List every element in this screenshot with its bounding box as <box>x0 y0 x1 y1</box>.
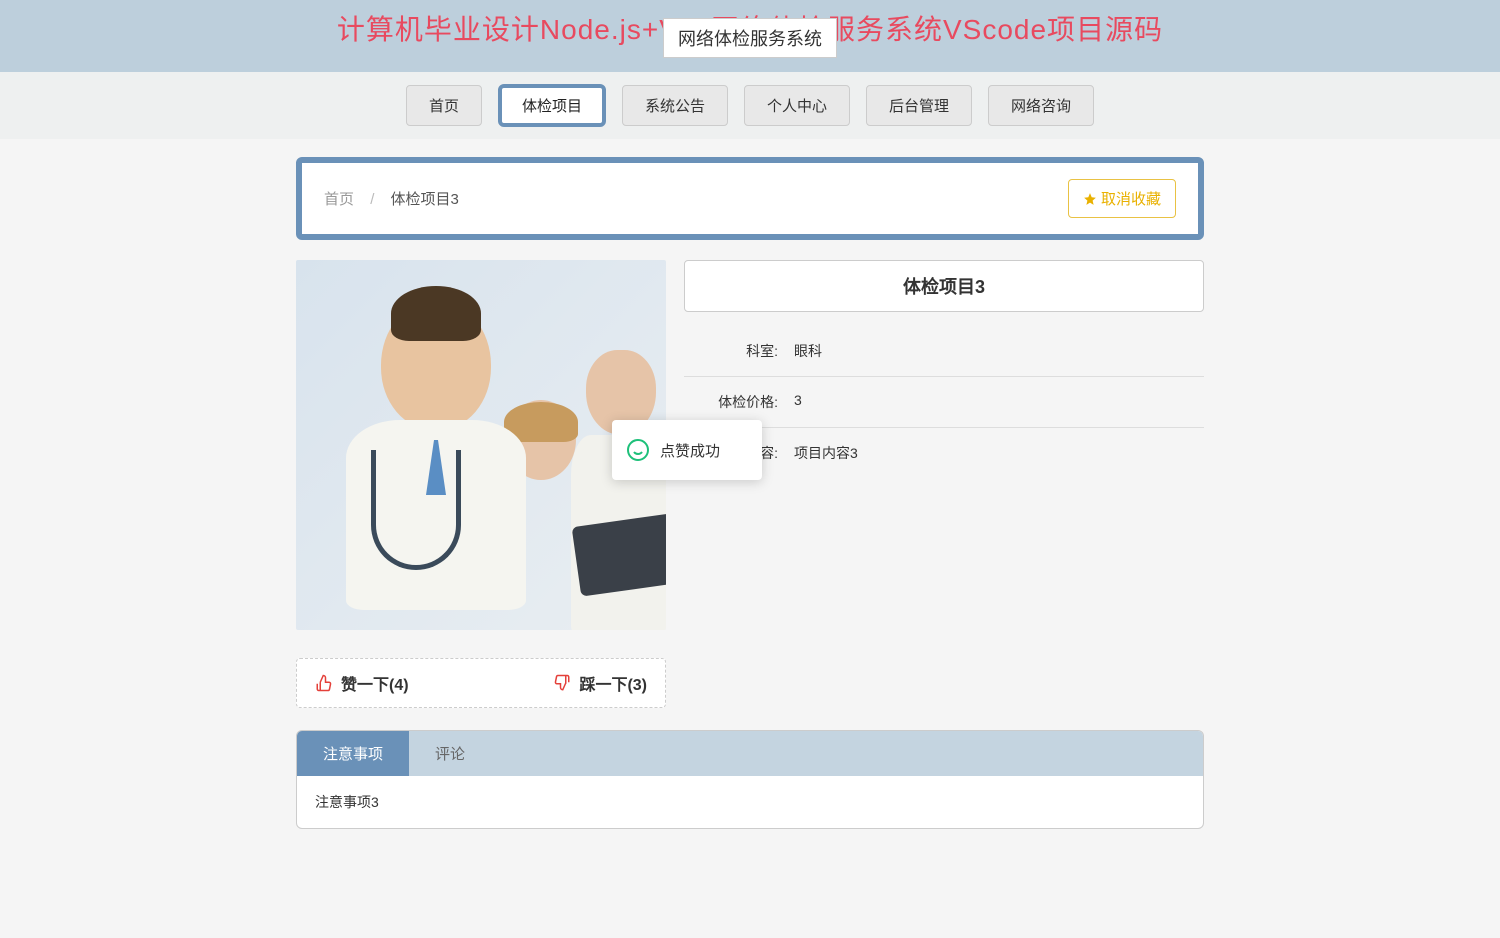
nav-item-1[interactable]: 体检项目 <box>498 84 606 127</box>
thumbs-down-icon <box>553 674 571 692</box>
banner-subtitle: 网络体检服务系统 <box>663 18 837 58</box>
info-value: 项目内容3 <box>794 443 858 463</box>
info-row: 科室:眼科 <box>684 326 1204 377</box>
like-label: 赞一下(4) <box>341 671 409 695</box>
breadcrumb-bar: 首页 / 体检项目3 取消收藏 <box>296 157 1204 240</box>
item-title: 体检项目3 <box>684 260 1204 312</box>
nav-item-3[interactable]: 个人中心 <box>744 85 850 126</box>
nav-item-4[interactable]: 后台管理 <box>866 85 972 126</box>
breadcrumb-home[interactable]: 首页 <box>324 191 354 208</box>
cancel-favorite-label: 取消收藏 <box>1101 188 1161 209</box>
info-value: 3 <box>794 392 802 412</box>
nav-item-0[interactable]: 首页 <box>406 85 482 126</box>
vote-bar: 赞一下(4) 踩一下(3) <box>296 658 666 708</box>
breadcrumb: 首页 / 体检项目3 <box>324 188 459 209</box>
tab-0[interactable]: 注意事项 <box>297 731 409 776</box>
like-button[interactable]: 赞一下(4) <box>315 671 409 695</box>
breadcrumb-separator: / <box>370 191 374 208</box>
star-icon <box>1083 192 1097 206</box>
nav-item-2[interactable]: 系统公告 <box>622 85 728 126</box>
info-value: 眼科 <box>794 341 822 361</box>
toast-text: 点赞成功 <box>660 440 720 461</box>
breadcrumb-current: 体检项目3 <box>391 191 459 208</box>
tab-1[interactable]: 评论 <box>409 731 491 776</box>
main-nav: 首页体检项目系统公告个人中心后台管理网络咨询 <box>0 72 1500 139</box>
info-label: 科室: <box>684 341 794 361</box>
tabs-header: 注意事项评论 <box>297 731 1203 776</box>
success-toast: 点赞成功 <box>612 420 762 480</box>
smile-icon <box>626 438 650 462</box>
dislike-label: 踩一下(3) <box>579 671 647 695</box>
nav-item-5[interactable]: 网络咨询 <box>988 85 1094 126</box>
top-banner: 计算机毕业设计Node.js+Vue网络体检服务系统VScode项目源码 网络体… <box>0 0 1500 72</box>
cancel-favorite-button[interactable]: 取消收藏 <box>1068 179 1176 218</box>
thumbs-up-icon <box>315 674 333 692</box>
info-row: 体检价格:3 <box>684 377 1204 428</box>
detail-tabs: 注意事项评论 注意事项3 <box>296 730 1204 829</box>
dislike-button[interactable]: 踩一下(3) <box>553 671 647 695</box>
tab-content: 注意事项3 <box>297 776 1203 828</box>
item-image <box>296 260 666 630</box>
info-label: 体检价格: <box>684 392 794 412</box>
